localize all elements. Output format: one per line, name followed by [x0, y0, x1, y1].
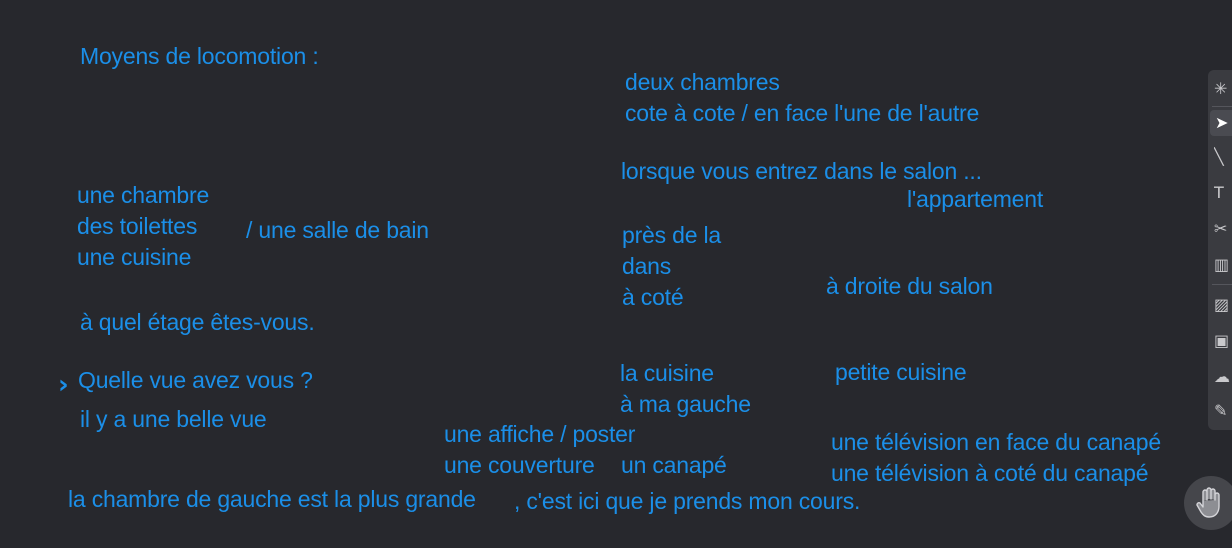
text-icon[interactable]: T: [1214, 180, 1232, 206]
chevron-right-icon: ›: [58, 370, 69, 400]
note-text: une couverture: [444, 452, 595, 478]
note-text: dans: [622, 253, 672, 279]
note-text: , c'est ici que je prends mon cours.: [514, 488, 861, 514]
note-text: la chambre de gauche est la plus grande: [68, 486, 476, 512]
image-icon[interactable]: ▨: [1214, 292, 1232, 318]
shape-icon[interactable]: ▣: [1214, 328, 1232, 354]
note-text: / une salle de bain: [246, 217, 429, 243]
note-text: à ma gauche: [620, 391, 751, 417]
note-text: à droite du salon: [826, 273, 993, 299]
note-text: la cuisine: [620, 360, 714, 386]
note-text: cote à cote / en face l'une de l'autre: [625, 100, 980, 126]
note-text: près de la: [622, 222, 722, 248]
scissors-icon[interactable]: ✂: [1214, 216, 1232, 242]
pen-icon[interactable]: ╲: [1214, 144, 1232, 170]
note-text: une cuisine: [77, 244, 192, 270]
trash-icon[interactable]: ▥: [1214, 252, 1232, 278]
toolbar-divider: [1212, 106, 1232, 107]
note-text: un canapé: [621, 452, 727, 478]
note-text: Quelle vue avez vous ?: [78, 367, 313, 393]
select-cursor-icon[interactable]: ➤: [1210, 110, 1232, 136]
note-text: petite cuisine: [835, 359, 967, 385]
note-text: à quel étage êtes-vous.: [80, 309, 315, 335]
note-text: une affiche / poster: [444, 421, 636, 447]
whiteboard-canvas[interactable]: Moyens de locomotion : deux chambres cot…: [0, 0, 1232, 548]
note-text: une chambre: [77, 182, 210, 208]
cloud-save-icon[interactable]: ☁: [1214, 364, 1232, 390]
note-text: deux chambres: [625, 69, 780, 95]
note-text: à coté: [622, 284, 684, 310]
note-text: l'appartement: [907, 186, 1044, 212]
whiteboard-toolbar: ✳ ➤ ╲ T ✂ ▥ ▨ ▣ ☁ ✎: [1208, 70, 1232, 430]
toolbar-divider: [1212, 284, 1232, 285]
note-text: lorsque vous entrez dans le salon ...: [621, 158, 982, 184]
note-text: des toilettes: [77, 213, 198, 239]
raise-hand-button[interactable]: [1184, 476, 1232, 530]
note-text: Moyens de locomotion :: [80, 43, 319, 69]
note-text: une télévision à coté du canapé: [831, 460, 1149, 486]
raise-hand-icon: [1196, 487, 1220, 518]
note-text: il y a une belle vue: [80, 406, 267, 432]
color-picker-icon[interactable]: ✎: [1214, 398, 1232, 424]
note-text: une télévision en face du canapé: [831, 429, 1161, 455]
laser-pointer-icon[interactable]: ✳: [1214, 76, 1232, 102]
